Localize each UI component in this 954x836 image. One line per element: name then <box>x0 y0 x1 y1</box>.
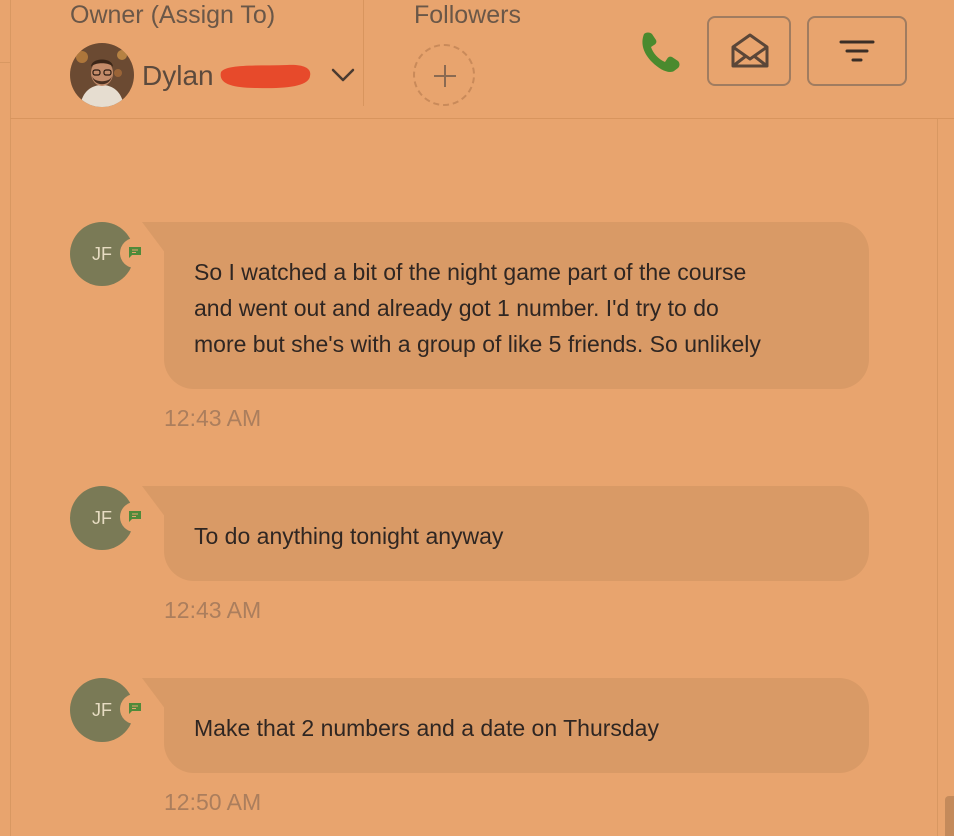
message-bubble: So I watched a bit of the night game par… <box>164 222 869 389</box>
owner-label: Owner (Assign To) <box>70 1 276 29</box>
bubble-tail <box>142 486 166 518</box>
followers-label: Followers <box>414 1 521 29</box>
bubble-tail <box>142 222 166 254</box>
rail-divider <box>0 62 10 63</box>
message-timestamp: 12:43 AM <box>164 597 262 623</box>
phone-icon[interactable] <box>636 28 684 76</box>
left-rail <box>0 0 11 836</box>
bubble-tail <box>142 678 166 710</box>
header-vertical-separator <box>363 0 364 106</box>
message-line: Make that 2 numbers and a date on Thursd… <box>194 715 659 741</box>
filter-lines-icon <box>839 40 875 62</box>
message-line: So I watched a bit of the night game par… <box>194 259 747 285</box>
header-divider <box>10 118 954 119</box>
owner-avatar[interactable] <box>70 43 134 107</box>
message-line: To do anything tonight anyway <box>194 523 504 549</box>
scrollbar-thumb[interactable] <box>945 796 954 836</box>
message-timestamp: 12:43 AM <box>164 405 262 431</box>
owner-name[interactable]: Dylan <box>142 60 214 92</box>
chevron-down-icon[interactable] <box>330 64 356 86</box>
message-line: more but she's with a group of like 5 fr… <box>194 331 761 357</box>
message-bubble: Make that 2 numbers and a date on Thursd… <box>164 678 869 773</box>
message-timestamp: 12:50 AM <box>164 789 262 815</box>
add-follower-button[interactable] <box>413 44 475 106</box>
message-line: and went out and already got 1 number. I… <box>194 295 719 321</box>
filter-button[interactable] <box>807 16 907 86</box>
right-rail <box>937 118 938 836</box>
message-bubble: To do anything tonight anyway <box>164 486 869 581</box>
envelope-open-icon <box>731 33 769 68</box>
redaction-mark <box>217 62 313 90</box>
email-button[interactable] <box>707 16 791 86</box>
plus-icon <box>434 65 456 87</box>
